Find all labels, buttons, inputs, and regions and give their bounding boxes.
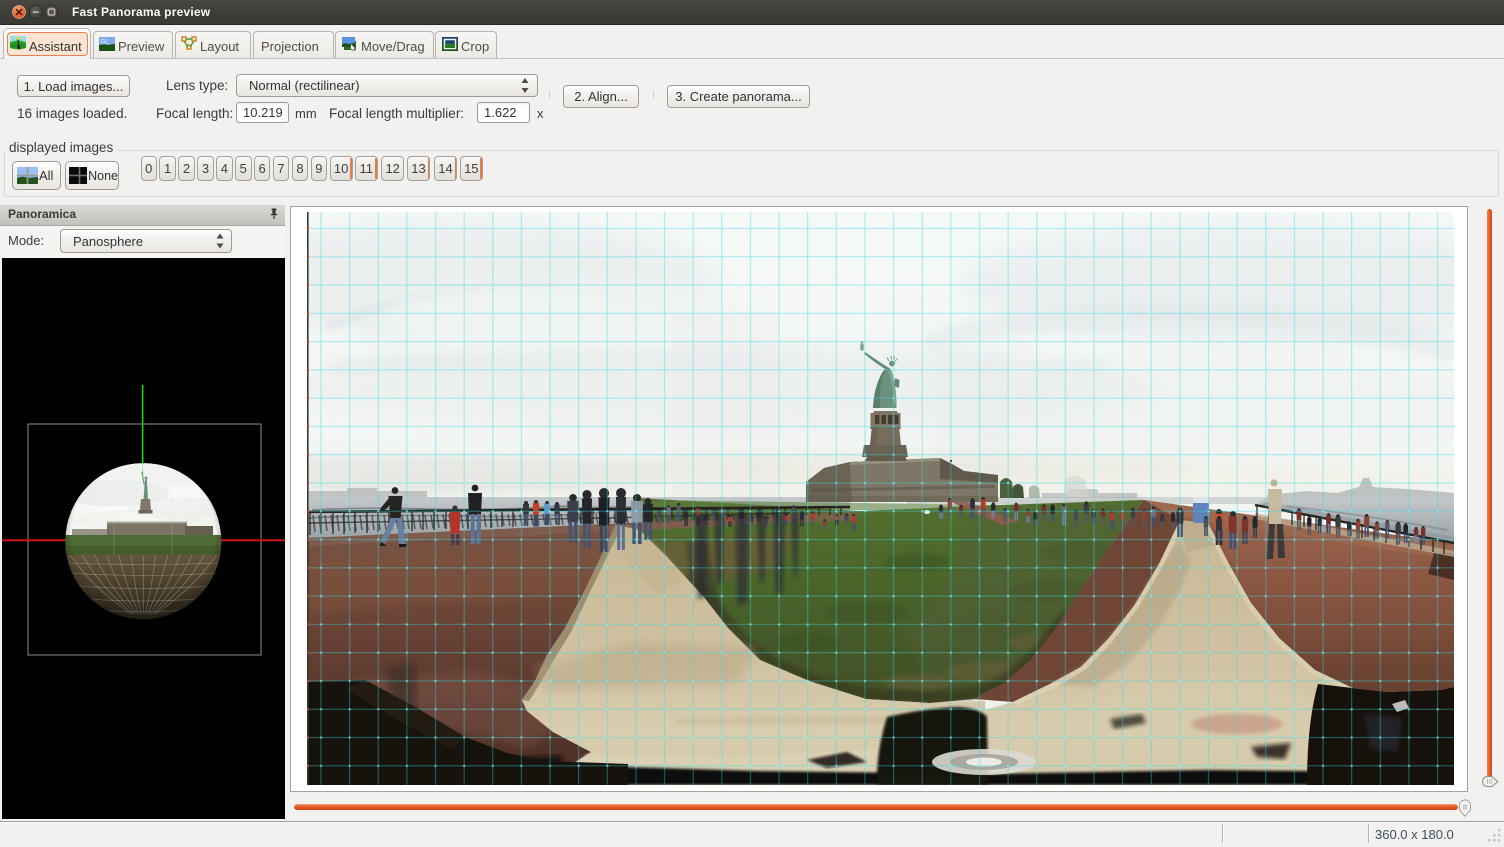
svg-text:GL: GL [101,40,110,46]
